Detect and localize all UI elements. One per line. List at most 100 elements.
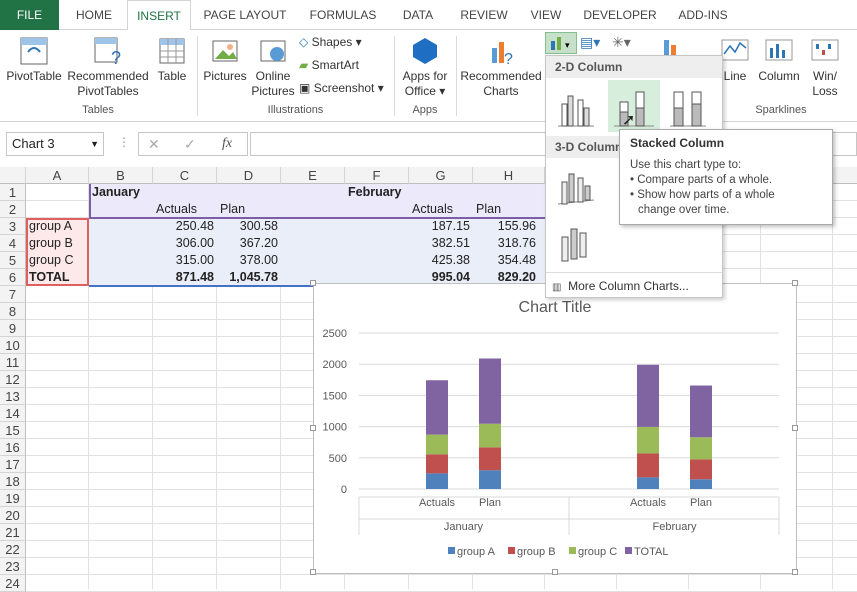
column-header[interactable]: H <box>473 167 545 184</box>
stacked-column-option[interactable]: ➚ <box>608 80 660 132</box>
tab-insert[interactable]: INSERT <box>127 0 191 31</box>
resize-handle[interactable] <box>310 569 316 575</box>
cell-c2[interactable]: Actuals <box>153 201 200 218</box>
cell-f1[interactable]: February <box>345 184 405 201</box>
pivottable-button[interactable]: PivotTable <box>4 36 64 84</box>
cancel-icon[interactable]: ✕ <box>148 136 160 153</box>
row-header[interactable]: 8 <box>0 303 26 320</box>
row-header[interactable]: 15 <box>0 422 26 439</box>
row-header[interactable]: 10 <box>0 337 26 354</box>
bar-chart-dropdown-button[interactable]: ▤▾ <box>580 34 600 51</box>
cell-d5[interactable]: 378.00 <box>217 252 281 269</box>
cell-g5[interactable]: 425.38 <box>409 252 473 269</box>
name-box[interactable]: Chart 3 ▼ <box>6 132 104 156</box>
row-header[interactable]: 6 <box>0 269 26 286</box>
column-header[interactable]: E <box>281 167 345 184</box>
pivotchart-button[interactable] <box>660 36 684 56</box>
tab-view[interactable]: VIEW <box>524 0 568 30</box>
column-header[interactable]: A <box>26 167 89 184</box>
apps-for-office-button[interactable]: Apps for Office ▾ <box>398 36 452 99</box>
screenshot-button[interactable]: ▣ Screenshot ▾ <box>299 78 384 98</box>
more-column-charts-link[interactable]: ▥ More Column Charts... <box>552 276 689 296</box>
row-header[interactable]: 19 <box>0 490 26 507</box>
column-header[interactable]: B <box>89 167 153 184</box>
cell-c5[interactable]: 315.00 <box>153 252 217 269</box>
3d-column-option[interactable] <box>554 221 598 265</box>
row-header[interactable]: 22 <box>0 541 26 558</box>
shapes-button[interactable]: ◇ Shapes ▾ <box>299 32 362 52</box>
row-header[interactable]: 17 <box>0 456 26 473</box>
cell-d3[interactable]: 300.58 <box>217 218 281 235</box>
column-header[interactable]: C <box>153 167 217 184</box>
resize-handle[interactable] <box>792 425 798 431</box>
row-header[interactable]: 3 <box>0 218 26 235</box>
cell-a3[interactable]: group A <box>26 218 89 235</box>
recommended-pivottables-button[interactable]: ? Recommended PivotTables <box>66 36 150 99</box>
cell-h4[interactable]: 318.76 <box>473 235 539 252</box>
tab-file[interactable]: FILE <box>0 0 59 30</box>
cell-c3[interactable]: 250.48 <box>153 218 217 235</box>
radar-chart-dropdown-button[interactable]: ✳▾ <box>612 34 631 51</box>
tab-add-ins[interactable]: ADD-INS <box>670 0 736 30</box>
tab-formulas[interactable]: FORMULAS <box>302 0 384 30</box>
row-header[interactable]: 9 <box>0 320 26 337</box>
3d-clustered-column-option[interactable] <box>554 166 598 210</box>
clustered-column-option[interactable] <box>554 86 598 130</box>
row-header[interactable]: 4 <box>0 235 26 252</box>
tab-developer[interactable]: DEVELOPER <box>580 0 660 30</box>
cell-d2[interactable]: Plan <box>217 201 248 218</box>
resize-handle[interactable] <box>310 280 316 286</box>
online-pictures-button[interactable]: Online Pictures <box>250 36 296 99</box>
row-header[interactable]: 2 <box>0 201 26 218</box>
cell-c6[interactable]: 871.48 <box>153 269 217 286</box>
column-chart-dropdown-button[interactable]: ▾ <box>545 32 577 54</box>
100-stacked-column-option[interactable] <box>666 86 710 130</box>
cell-b1[interactable]: January <box>89 184 143 201</box>
row-header[interactable]: 5 <box>0 252 26 269</box>
table-button[interactable]: Table <box>152 36 192 84</box>
pictures-button[interactable]: Pictures <box>201 36 249 84</box>
row-header[interactable]: 1 <box>0 184 26 201</box>
cell-d4[interactable]: 367.20 <box>217 235 281 252</box>
row-header[interactable]: 7 <box>0 286 26 303</box>
embedded-chart[interactable]: Chart Title 0 500 1000 1500 2000 2500 Actuals Pl… <box>310 280 798 575</box>
enter-icon[interactable]: ✓ <box>184 136 196 153</box>
cell-d6[interactable]: 1,045.78 <box>217 269 281 286</box>
sparkline-winloss-button[interactable]: Win/ Loss <box>804 36 846 99</box>
tab-data[interactable]: DATA <box>394 0 442 30</box>
resize-handle[interactable] <box>552 569 558 575</box>
cell-h5[interactable]: 354.48 <box>473 252 539 269</box>
row-header[interactable]: 14 <box>0 405 26 422</box>
sparkline-column-button[interactable]: Column <box>756 36 802 84</box>
row-header[interactable]: 11 <box>0 354 26 371</box>
row-header[interactable]: 24 <box>0 575 26 592</box>
column-header[interactable]: F <box>345 167 409 184</box>
tab-home[interactable]: HOME <box>68 0 120 30</box>
tab-page-layout[interactable]: PAGE LAYOUT <box>199 0 291 30</box>
cell-g4[interactable]: 382.51 <box>409 235 473 252</box>
stacked-column-chart[interactable]: Chart Title 0 500 1000 1500 2000 2500 Actuals Pl… <box>314 284 796 573</box>
cell-g2[interactable]: Actuals <box>409 201 456 218</box>
row-header[interactable]: 20 <box>0 507 26 524</box>
recommended-charts-button[interactable]: ? Recommended Charts <box>459 36 543 99</box>
cell-a6[interactable]: TOTAL <box>26 269 89 286</box>
resize-handle[interactable] <box>310 425 316 431</box>
cell-a4[interactable]: group B <box>26 235 89 252</box>
cell-h3[interactable]: 155.96 <box>473 218 539 235</box>
cell-g3[interactable]: 187.15 <box>409 218 473 235</box>
tab-review[interactable]: REVIEW <box>453 0 515 30</box>
row-header[interactable]: 16 <box>0 439 26 456</box>
cell-c4[interactable]: 306.00 <box>153 235 217 252</box>
cell-a5[interactable]: group C <box>26 252 89 269</box>
column-header[interactable]: D <box>217 167 281 184</box>
row-header[interactable]: 21 <box>0 524 26 541</box>
row-header[interactable]: 23 <box>0 558 26 575</box>
resize-handle[interactable] <box>792 569 798 575</box>
select-all-corner[interactable] <box>0 167 26 184</box>
row-header[interactable]: 13 <box>0 388 26 405</box>
cell-h2[interactable]: Plan <box>473 201 504 218</box>
resize-handle[interactable] <box>792 280 798 286</box>
insert-function-icon[interactable]: fx <box>222 136 232 152</box>
row-header[interactable]: 18 <box>0 473 26 490</box>
smartart-button[interactable]: ▰ SmartArt <box>299 55 359 75</box>
